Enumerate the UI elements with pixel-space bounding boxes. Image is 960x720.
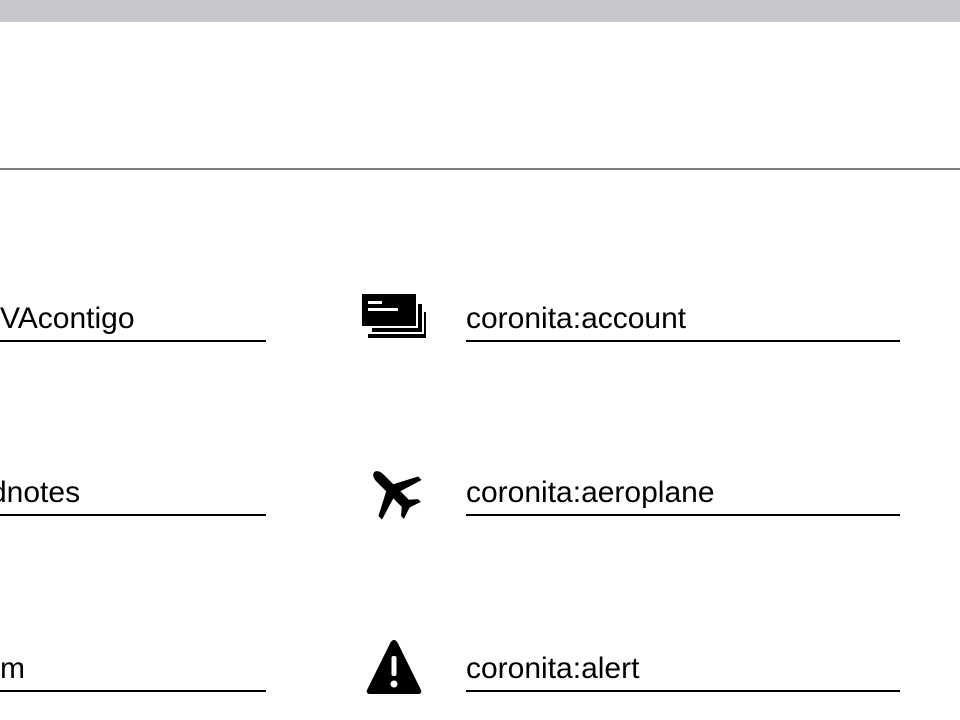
left-icon-label: dnotes (0, 476, 266, 516)
top-bar (0, 0, 960, 22)
right-icon-label: coronita:alert (466, 652, 900, 692)
icon-row-alert[interactable]: rm coronita:alert (0, 636, 960, 696)
right-icon-label-text: coronita:aeroplane (466, 476, 715, 509)
icon-row-aeroplane[interactable]: dnotes coronita:aeroplane (0, 460, 960, 520)
left-icon-label-text: dnotes (0, 476, 81, 509)
aeroplane-icon (360, 462, 428, 520)
left-icon-label-text: rm (0, 652, 25, 685)
right-icon-label-text: coronita:account (466, 302, 687, 335)
alert-icon (360, 638, 428, 696)
icon-row-account[interactable]: VAcontigo coronita:account (0, 286, 960, 346)
left-icon-label: rm (0, 652, 266, 692)
right-icon-label: coronita:account (466, 302, 900, 342)
left-icon-label: VAcontigo (0, 302, 266, 342)
left-icon-label-text: VAcontigo (0, 302, 135, 335)
right-icon-label: coronita:aeroplane (466, 476, 900, 516)
right-icon-label-text: coronita:alert (466, 652, 640, 685)
account-icon (360, 288, 428, 346)
header-divider (0, 168, 960, 170)
